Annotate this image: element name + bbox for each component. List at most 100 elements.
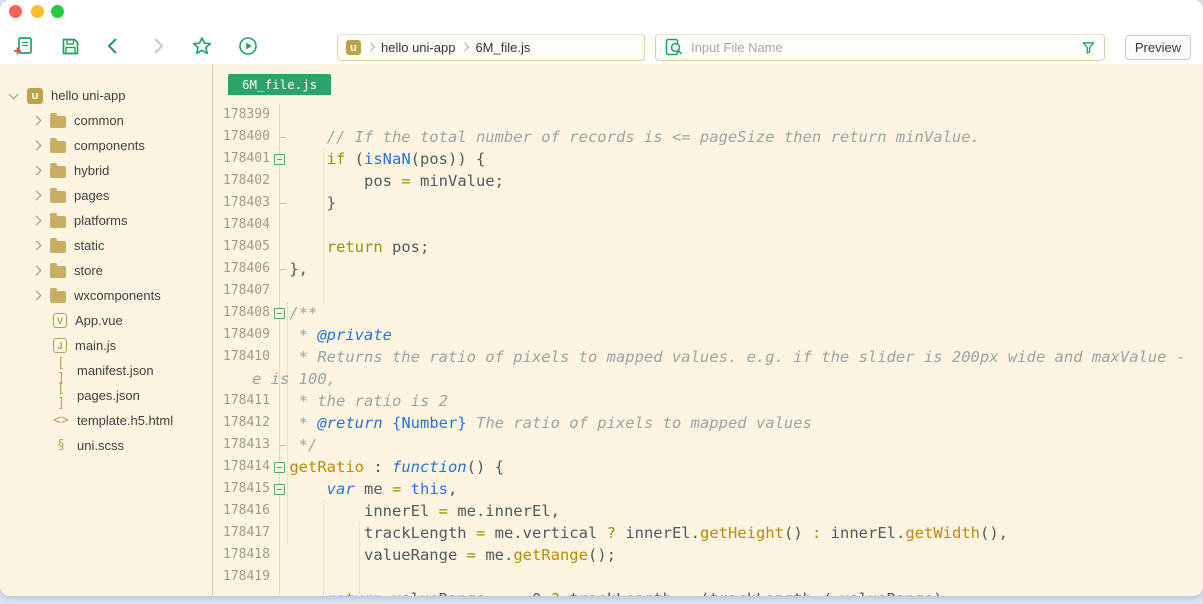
new-file-button[interactable] (11, 33, 37, 59)
tab-6m-file-js[interactable]: 6M_file.js (228, 74, 331, 95)
sidebar-item-template-h5-html[interactable]: <>template.h5.html (0, 408, 212, 433)
sidebar-item-pages-json[interactable]: [ ]pages.json (0, 383, 212, 408)
code-text[interactable]: * Returns the ratio of pixels to mapped … (252, 346, 1185, 368)
sidebar-item-pages[interactable]: pages (0, 183, 212, 208)
folder-icon (50, 191, 66, 203)
sidebar-item-platforms[interactable]: platforms (0, 208, 212, 233)
sidebar-item-store[interactable]: store (0, 258, 212, 283)
folder-icon (50, 266, 66, 278)
chevron-right-icon[interactable] (32, 216, 42, 226)
code-line[interactable]: 178406 }, (213, 258, 1203, 280)
filter-funnel-icon (1081, 40, 1096, 55)
code-line[interactable]: 178404 (213, 214, 1203, 236)
close-window-button[interactable] (9, 5, 22, 18)
sidebar-item-uni-scss[interactable]: §uni.scss (0, 433, 212, 458)
code-line[interactable]: 178415 var me = this, (213, 478, 1203, 500)
sidebar-item-label: platforms (74, 213, 127, 228)
chevron-right-icon[interactable] (32, 266, 42, 276)
code-text[interactable]: * @return {Number} The ratio of pixels t… (252, 412, 812, 434)
sidebar-item-common[interactable]: common (0, 108, 212, 133)
filter-button[interactable] (1081, 40, 1096, 55)
chevron-right-icon[interactable] (32, 166, 42, 176)
code-line[interactable]: 178411 * the ratio is 2 (213, 390, 1203, 412)
line-number: 178404 (223, 214, 270, 236)
sidebar-item-label: components (74, 138, 145, 153)
code-text[interactable]: * @private (252, 324, 392, 346)
code-line[interactable]: 178413 */ (213, 434, 1203, 456)
sidebar-item-label: static (74, 238, 104, 253)
sidebar-item-hello-uni-app[interactable]: uhello uni-app (0, 83, 212, 108)
file-search-box[interactable] (655, 34, 1105, 61)
sidebar-item-static[interactable]: static (0, 233, 212, 258)
code-line[interactable]: 178410 * Returns the ratio of pixels to … (213, 346, 1203, 368)
code-line[interactable]: 178414 getRatio : function() { (213, 456, 1203, 478)
code-text[interactable]: e is 100, (252, 368, 336, 390)
chevron-right-icon[interactable] (32, 191, 42, 201)
file-search-input[interactable] (691, 40, 1073, 55)
code-line[interactable]: return valueRange === 0 ? trackLength : … (213, 588, 1203, 596)
code-line[interactable]: 178402 pos = minValue; (213, 170, 1203, 192)
code-text[interactable]: * the ratio is 2 (252, 390, 448, 412)
sidebar-item-main-js[interactable]: Jmain.js (0, 333, 212, 358)
chevron-right-icon[interactable] (32, 241, 42, 251)
breadcrumb-project[interactable]: hello uni-app (381, 40, 455, 55)
breadcrumb-file[interactable]: 6M_file.js (475, 40, 530, 55)
chevron-right-icon[interactable] (32, 291, 42, 301)
uni-logo-icon: u (27, 88, 43, 104)
zoom-window-button[interactable] (51, 5, 64, 18)
code-line[interactable]: 178405 return pos; (213, 236, 1203, 258)
preview-button[interactable]: Preview (1125, 35, 1191, 60)
code-line-wrap[interactable]: e is 100, (213, 368, 1203, 390)
code-text[interactable]: return pos; (252, 236, 429, 258)
favorite-button[interactable] (189, 33, 215, 59)
code-line[interactable]: 178399 (213, 104, 1203, 126)
chevron-down-icon[interactable] (9, 89, 19, 99)
code-line[interactable]: 178412 * @return {Number} The ratio of p… (213, 412, 1203, 434)
code-text[interactable]: // If the total number of records is <= … (252, 126, 980, 148)
code-line[interactable]: 178403 } (213, 192, 1203, 214)
code-line[interactable]: 178416 innerEl = me.innerEl, (213, 500, 1203, 522)
sidebar-item-label: wxcomponents (74, 288, 161, 303)
sidebar-item-manifest-json[interactable]: [ ]manifest.json (0, 358, 212, 383)
code-text[interactable]: */ (252, 434, 317, 456)
line-number: 178399 (223, 104, 270, 126)
sidebar-item-label: manifest.json (77, 363, 154, 378)
code-text[interactable]: valueRange = me.getRange(); (252, 544, 616, 566)
js-file-icon: J (53, 338, 67, 353)
code-line[interactable]: 178400 // If the total number of records… (213, 126, 1203, 148)
minimize-window-button[interactable] (31, 5, 44, 18)
code-line[interactable]: 178417 trackLength = me.vertical ? inner… (213, 522, 1203, 544)
breadcrumb[interactable]: u hello uni-app 6M_file.js (337, 34, 645, 61)
code-text[interactable]: trackLength = me.vertical ? innerEl.getH… (252, 522, 1008, 544)
save-button[interactable] (57, 33, 83, 59)
chevron-right-icon[interactable] (32, 116, 42, 126)
navigate-forward-button[interactable] (145, 33, 171, 59)
code-line[interactable]: 178408 /** (213, 302, 1203, 324)
code-area[interactable]: 178399178400 // If the total number of r… (213, 104, 1203, 596)
code-lines: 178399178400 // If the total number of r… (213, 104, 1203, 596)
chevron-right-icon[interactable] (32, 141, 42, 151)
code-line[interactable]: 178401 if (isNaN(pos)) { (213, 148, 1203, 170)
code-text[interactable]: /** (252, 302, 317, 324)
code-text[interactable]: innerEl = me.innerEl, (252, 500, 560, 522)
code-text[interactable]: }, (252, 258, 308, 280)
navigate-back-button[interactable] (100, 33, 126, 59)
sidebar-item-hybrid[interactable]: hybrid (0, 158, 212, 183)
code-text[interactable]: if (isNaN(pos)) { (252, 148, 485, 170)
code-text[interactable]: var me = this, (252, 478, 457, 500)
sidebar-item-app-vue[interactable]: VApp.vue (0, 308, 212, 333)
code-line[interactable]: 178407 (213, 280, 1203, 302)
sidebar-item-wxcomponents[interactable]: wxcomponents (0, 283, 212, 308)
folder-icon (50, 216, 66, 228)
code-line[interactable]: 178419 (213, 566, 1203, 588)
sidebar-item-components[interactable]: components (0, 133, 212, 158)
code-text[interactable]: return valueRange === 0 ? trackLength : … (252, 588, 952, 596)
sidebar-item-label: pages.json (77, 388, 140, 403)
code-line[interactable]: 178418 valueRange = me.getRange(); (213, 544, 1203, 566)
code-text[interactable]: } (252, 192, 336, 214)
code-line[interactable]: 178409 * @private (213, 324, 1203, 346)
run-button[interactable] (235, 33, 261, 59)
code-text[interactable]: getRatio : function() { (252, 456, 504, 478)
breadcrumb-chevron-icon (367, 43, 375, 51)
code-text[interactable]: pos = minValue; (252, 170, 504, 192)
